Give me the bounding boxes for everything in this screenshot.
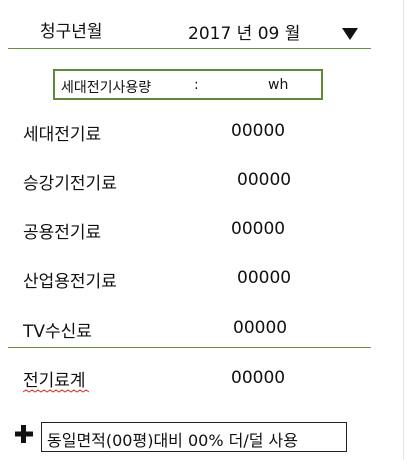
fee-label-tv: TV수신료 (23, 322, 92, 342)
fee-value-elevator: 00000 (237, 170, 292, 190)
fee-label-industrial: 산업용전기료 (23, 272, 117, 292)
fee-value-tv: 00000 (233, 318, 288, 338)
billing-month-value[interactable]: 2017 년 09 월 (188, 19, 300, 44)
total-value: 00000 (231, 368, 286, 388)
fee-value-common: 00000 (231, 219, 286, 239)
total-divider (8, 347, 371, 348)
area-comparison-text: 동일면적(00평)대비 00% 더/덜 사용 (47, 431, 298, 450)
header-divider (8, 48, 371, 49)
triangle-down-icon[interactable] (341, 26, 359, 40)
fee-value-industrial: 00000 (237, 268, 292, 288)
household-usage-box: 세대전기사용량 : wh (53, 69, 323, 100)
billing-month-label: 청구년월 (40, 22, 103, 42)
fee-label-elevator: 승강기전기료 (23, 174, 117, 194)
household-usage-separator: : (194, 77, 199, 93)
fee-value-household: 00000 (231, 121, 286, 141)
household-usage-unit: wh (268, 77, 289, 93)
fee-label-common: 공용전기료 (23, 223, 102, 243)
panel-right-edge (403, 0, 404, 460)
spellcheck-underline (23, 389, 89, 393)
fee-label-household: 세대전기료 (23, 125, 102, 145)
plus-icon[interactable] (13, 423, 35, 445)
household-usage-label: 세대전기사용량 (61, 80, 152, 96)
area-comparison-box[interactable]: 동일면적(00평)대비 00% 더/덜 사용 (41, 422, 347, 452)
total-label: 전기료계 (23, 371, 86, 391)
